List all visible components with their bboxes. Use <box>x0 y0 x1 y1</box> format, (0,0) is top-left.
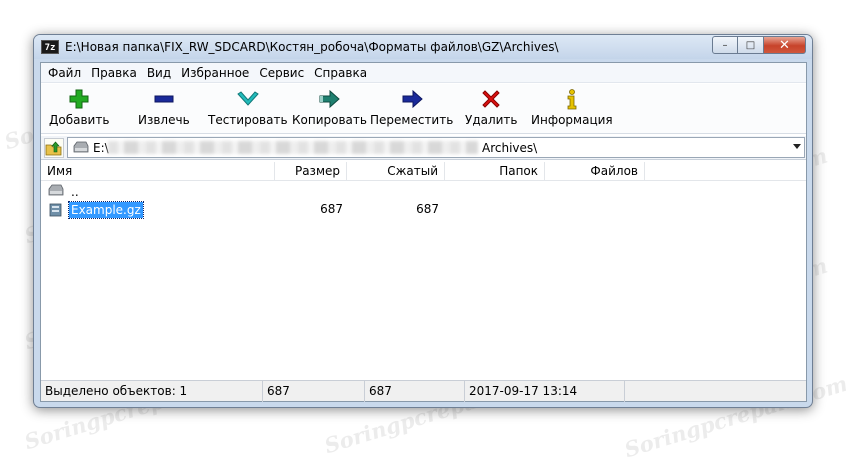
client-area: Файл Правка Вид Избранное Сервис Справка… <box>40 62 807 402</box>
list-item-parent[interactable]: .. <box>41 183 806 201</box>
copy-arrow-icon <box>319 89 341 109</box>
address-bar: E:\ Archives\ <box>41 136 806 160</box>
copy-button[interactable]: Копировать <box>292 88 367 132</box>
extract-button[interactable]: Извлечь <box>138 88 190 132</box>
menu-view[interactable]: Вид <box>142 66 176 80</box>
column-header-size[interactable]: Размер <box>275 162 347 181</box>
info-icon <box>567 89 577 110</box>
close-button[interactable]: ✕ <box>763 36 806 54</box>
menu-help[interactable]: Справка <box>309 66 372 80</box>
menu-edit[interactable]: Правка <box>86 66 142 80</box>
address-path-start: E:\ <box>93 141 109 155</box>
move-button[interactable]: Переместить <box>370 88 453 132</box>
delete-x-icon <box>482 90 500 108</box>
add-label: Добавить <box>49 113 110 127</box>
address-path-end: Archives\ <box>482 141 538 155</box>
menu-tools[interactable]: Сервис <box>254 66 309 80</box>
parent-folder-icon <box>48 184 64 196</box>
toolbar: Добавить Извлечь Тестировать Копировать … <box>41 84 806 134</box>
status-bar: Выделено объектов: 1 687 687 2017-09-17 … <box>41 380 806 402</box>
status-modified: 2017-09-17 13:14 <box>465 381 625 402</box>
caption-buttons: – □ ✕ <box>712 36 806 54</box>
menu-favorites[interactable]: Избранное <box>176 66 254 80</box>
plus-icon <box>69 89 89 109</box>
move-label: Переместить <box>370 113 454 127</box>
column-header-folders[interactable]: Папок <box>445 162 545 181</box>
info-button[interactable]: Информация <box>531 88 613 132</box>
drive-icon <box>73 141 89 153</box>
column-header-files[interactable]: Файлов <box>545 162 645 181</box>
app-window: 7z E:\Новая папка\FIX_RW_SDCARD\Костян_р… <box>33 34 813 408</box>
minimize-button[interactable]: – <box>712 36 738 54</box>
test-button[interactable]: Тестировать <box>208 88 288 132</box>
status-packed: 687 <box>365 381 465 402</box>
list-item-name: .. <box>71 185 79 199</box>
move-arrow-icon <box>402 89 423 109</box>
delete-button[interactable]: Удалить <box>465 88 518 132</box>
status-size: 687 <box>263 381 365 402</box>
menu-bar: Файл Правка Вид Избранное Сервис Справка <box>41 63 806 83</box>
app-icon[interactable]: 7z <box>41 40 59 54</box>
title-bar[interactable]: 7z E:\Новая папка\FIX_RW_SDCARD\Костян_р… <box>34 35 812 59</box>
add-button[interactable]: Добавить <box>49 88 109 132</box>
window-title: E:\Новая папка\FIX_RW_SDCARD\Костян_робо… <box>65 40 559 54</box>
file-list[interactable]: .. Example.gz 687 687 <box>41 182 806 398</box>
address-field[interactable]: E:\ Archives\ <box>67 137 805 158</box>
copy-label: Копировать <box>292 113 367 127</box>
folder-up-icon <box>45 141 62 156</box>
menu-file[interactable]: Файл <box>43 66 86 80</box>
address-redacted <box>108 141 478 154</box>
list-header: Имя Размер Сжатый Папок Файлов <box>41 162 806 181</box>
minimize-icon: – <box>722 39 728 51</box>
info-label: Информация <box>531 113 613 127</box>
close-icon: ✕ <box>779 37 790 53</box>
list-item-name: Example.gz <box>68 201 144 219</box>
list-item-packed: 687 <box>416 202 439 216</box>
folder-up-button[interactable] <box>44 138 64 158</box>
list-item-size: 687 <box>320 202 343 216</box>
chevron-down-icon[interactable] <box>793 144 801 149</box>
test-label: Тестировать <box>208 113 288 127</box>
list-item-example[interactable]: Example.gz 687 687 <box>41 201 806 219</box>
archive-file-icon <box>49 203 62 217</box>
column-header-packed[interactable]: Сжатый <box>347 162 445 181</box>
checkmark-icon <box>237 91 259 106</box>
maximize-button[interactable]: □ <box>738 36 763 54</box>
minus-icon <box>154 95 174 103</box>
maximize-icon: □ <box>745 39 756 51</box>
column-header-name[interactable]: Имя <box>41 162 275 181</box>
status-selected: Выделено объектов: 1 <box>41 381 263 402</box>
delete-label: Удалить <box>465 113 518 127</box>
extract-label: Извлечь <box>138 113 190 127</box>
